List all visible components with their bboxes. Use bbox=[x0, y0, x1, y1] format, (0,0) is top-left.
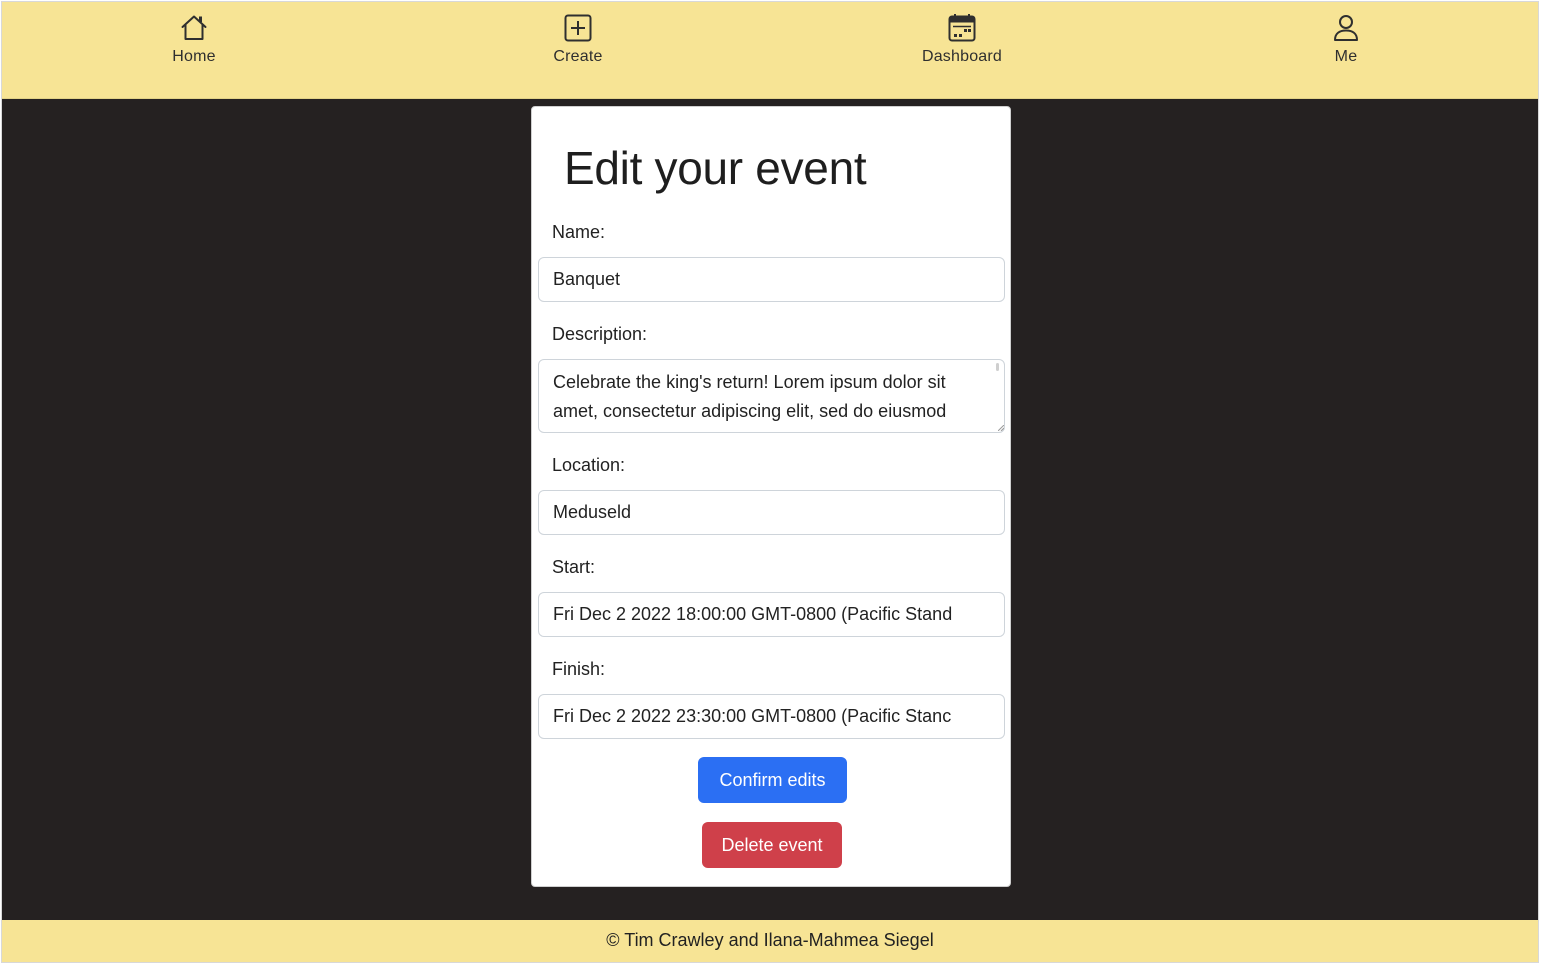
nav-item-me[interactable]: Me bbox=[1276, 12, 1416, 66]
nav-item-home[interactable]: Home bbox=[124, 12, 264, 66]
nav-item-dashboard[interactable]: Dashboard bbox=[892, 12, 1032, 66]
delete-event-button[interactable]: Delete event bbox=[702, 822, 842, 868]
description-label: Description: bbox=[552, 324, 648, 344]
plus-square-icon bbox=[564, 14, 592, 42]
nav-label-dashboard: Dashboard bbox=[921, 48, 1003, 65]
name-label: Name: bbox=[552, 222, 606, 242]
person-icon bbox=[1334, 15, 1358, 41]
house-icon bbox=[181, 15, 207, 40]
nav-label-me: Me bbox=[1334, 48, 1358, 65]
textarea-scrollbar[interactable] bbox=[996, 363, 999, 371]
top-navbar: Home Create Dashboard Me bbox=[2, 2, 1538, 99]
finish-input[interactable] bbox=[538, 694, 1005, 739]
nav-label-create: Create bbox=[553, 48, 603, 65]
start-input[interactable] bbox=[538, 592, 1005, 637]
start-label: Start: bbox=[552, 557, 596, 577]
nav-label-home: Home bbox=[172, 48, 216, 65]
footer-credits: © Tim Crawley and Ilana-Mahmea Siegel bbox=[606, 930, 934, 950]
description-textarea[interactable]: Celebrate the king's return! Lorem ipsum… bbox=[538, 359, 1005, 433]
name-input[interactable] bbox=[538, 257, 1005, 302]
calendar-icon bbox=[948, 14, 976, 42]
page-title: Edit your event bbox=[564, 142, 867, 194]
confirm-edits-button[interactable]: Confirm edits bbox=[698, 757, 847, 803]
nav-item-create[interactable]: Create bbox=[508, 12, 648, 66]
footer: © Tim Crawley and Ilana-Mahmea Siegel bbox=[2, 920, 1538, 962]
finish-label: Finish: bbox=[552, 659, 606, 679]
location-label: Location: bbox=[552, 455, 626, 475]
location-input[interactable] bbox=[538, 490, 1005, 535]
edit-event-card: Edit your event Name: Description: Celeb… bbox=[531, 106, 1011, 887]
app-frame: Home Create Dashboard Me Edit your event… bbox=[1, 1, 1539, 963]
resize-grip-icon[interactable] bbox=[998, 425, 1004, 431]
